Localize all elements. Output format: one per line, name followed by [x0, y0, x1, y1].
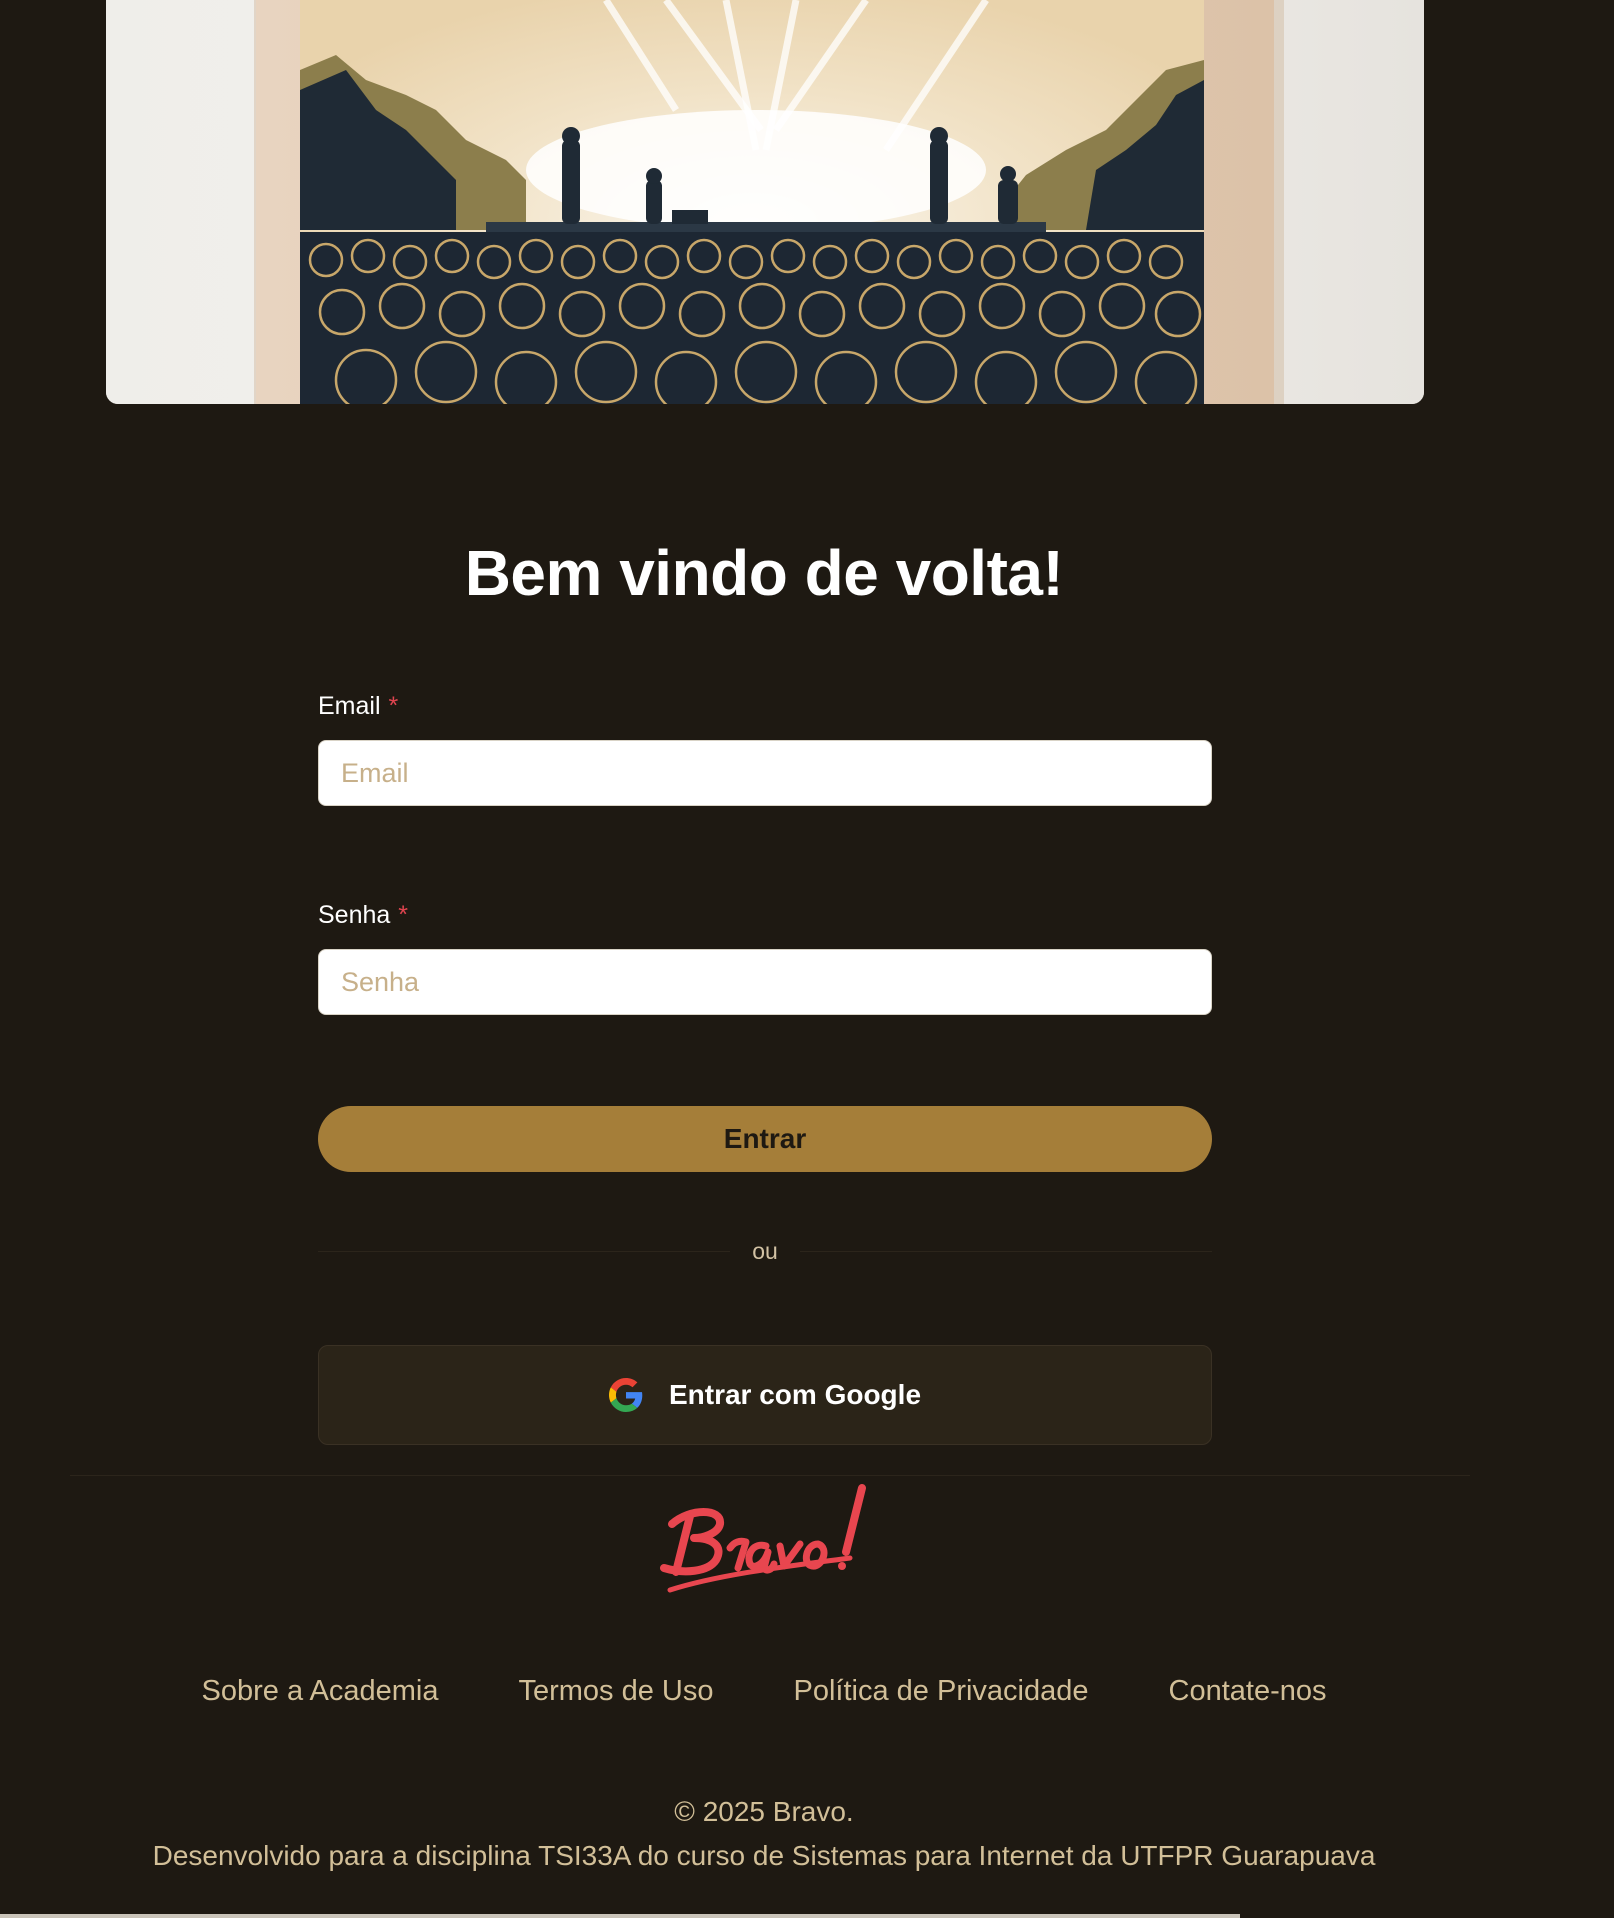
- password-label-text: Senha: [318, 901, 391, 929]
- password-label: Senha *: [318, 899, 1212, 931]
- password-field-group: Senha *: [318, 899, 1212, 1015]
- divider-line: [799, 1250, 1212, 1252]
- page-title: Bem vindo de volta!: [464, 537, 1064, 609]
- email-field-group: Email *: [318, 690, 1212, 806]
- email-label: Email *: [318, 690, 1212, 722]
- window-bottom-edge: [0, 1914, 1240, 1918]
- login-page: Bem vindo de volta! Email* Senha* Entrar…: [0, 0, 1614, 1918]
- footer-nav: Sobre a Academia Termos de Uso Política …: [0, 1675, 1528, 1708]
- or-divider: ou: [318, 1236, 1212, 1266]
- email-label-text: Email: [318, 692, 381, 720]
- copyright-text: © 2025 Bravo.: [674, 1796, 854, 1827]
- footer-link-sobre[interactable]: Sobre a Academia: [202, 1675, 439, 1708]
- bravo-logo: [660, 1484, 866, 1593]
- password-input[interactable]: [318, 949, 1212, 1015]
- required-mark: *: [398, 901, 409, 929]
- footer-link-privacidade[interactable]: Política de Privacidade: [794, 1675, 1089, 1708]
- email-input[interactable]: [318, 740, 1212, 806]
- google-login-label: Entrar com Google: [668, 1379, 922, 1410]
- hero-image: [106, 0, 1424, 404]
- credit-text: Desenvolvido para a disciplina TSI33A do…: [152, 1840, 1376, 1871]
- google-login-button[interactable]: Entrar com Google: [318, 1345, 1212, 1445]
- footer-link-contato[interactable]: Contate-nos: [1169, 1675, 1327, 1708]
- divider-line: [318, 1250, 731, 1252]
- footer-link-termos[interactable]: Termos de Uso: [518, 1675, 713, 1708]
- divider-text: ou: [752, 1237, 778, 1264]
- google-icon: [608, 1378, 643, 1412]
- login-submit-button[interactable]: Entrar: [318, 1106, 1212, 1172]
- required-mark: *: [388, 692, 399, 720]
- footer-copyright: © 2025 Bravo. Desenvolvido para a discip…: [0, 1790, 1528, 1878]
